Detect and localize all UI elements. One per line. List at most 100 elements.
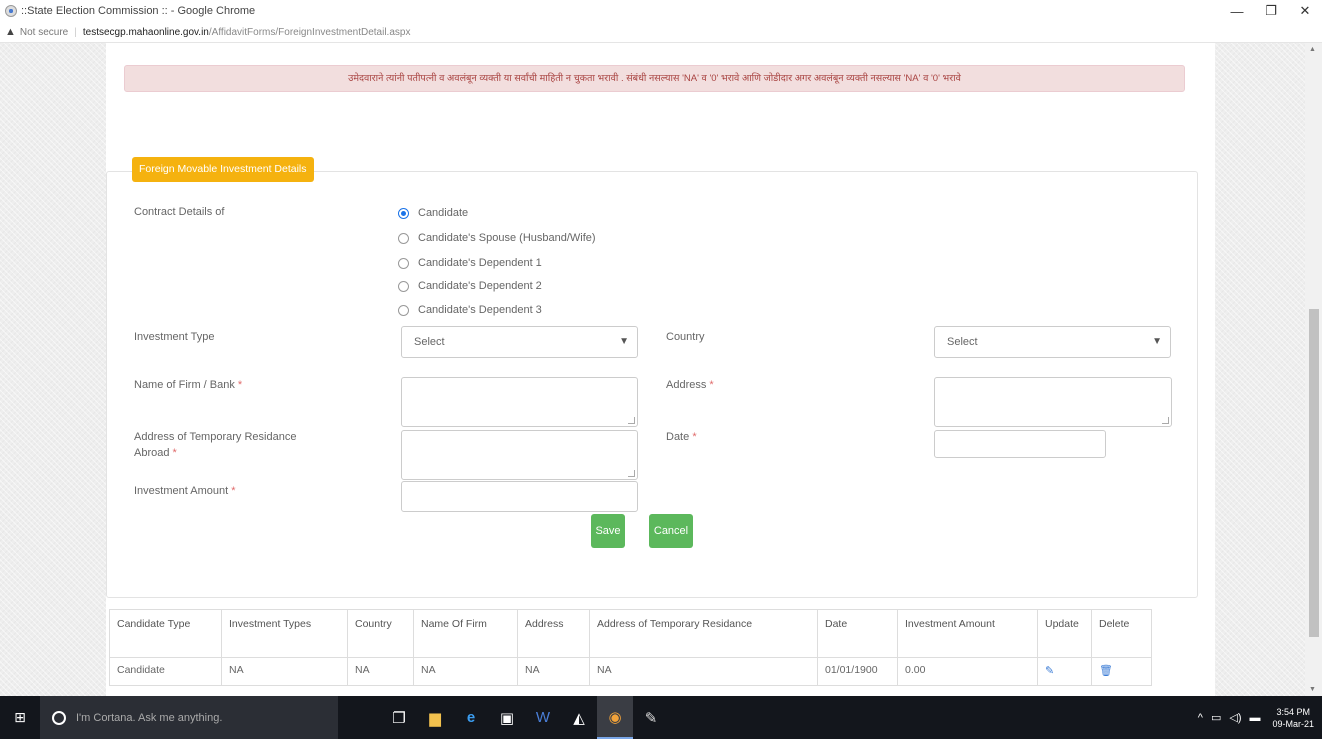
cell-temp-address: NA: [589, 657, 818, 686]
firm-textarea[interactable]: [401, 377, 638, 427]
temp-address-label-line-2: Abroad *: [134, 445, 296, 461]
amount-input[interactable]: [401, 481, 638, 512]
address-textarea[interactable]: [934, 377, 1172, 427]
cell-update: ✎: [1037, 657, 1092, 686]
scrollbar-thumb[interactable]: [1309, 309, 1319, 637]
store-icon[interactable]: ▣: [489, 696, 525, 739]
cortana-icon: [52, 710, 66, 725]
radio-button[interactable]: [398, 280, 409, 292]
cell-amount: 0.00: [897, 657, 1038, 686]
date-input[interactable]: [934, 430, 1106, 458]
firm-label: Name of Firm / Bank *: [134, 377, 242, 393]
vertical-scrollbar[interactable]: ▲ ▼: [1305, 43, 1322, 696]
volume-icon[interactable]: ◁): [1229, 711, 1241, 724]
table-header-row: Candidate Type Investment Types Country …: [109, 609, 1152, 658]
chevron-down-icon: ▼: [619, 336, 629, 347]
investment-type-select[interactable]: Select ▼: [401, 326, 638, 358]
scroll-down-arrow-icon[interactable]: ▼: [1309, 686, 1316, 693]
clock[interactable]: 3:54 PM 09-Mar-21: [1272, 706, 1314, 730]
notification-icon[interactable]: ▬: [1249, 712, 1260, 724]
restore-button[interactable]: ❐: [1254, 0, 1288, 22]
required-mark: *: [709, 379, 714, 391]
cell-investment-types: NA: [221, 657, 348, 686]
cortana-search-box[interactable]: I'm Cortana. Ask me anything.: [40, 696, 338, 739]
cell-name-of-firm: NA: [413, 657, 518, 686]
temp-address-label-text-2: Abroad: [134, 447, 170, 459]
minimize-button[interactable]: —: [1220, 0, 1254, 22]
cancel-button[interactable]: Cancel: [649, 514, 693, 548]
scroll-up-arrow-icon[interactable]: ▲: [1309, 46, 1316, 53]
close-button[interactable]: ✕: [1288, 0, 1322, 22]
contract-details-label: Contract Details of: [134, 206, 225, 218]
header-amount: Investment Amount: [897, 609, 1038, 658]
radio-spouse[interactable]: Candidate's Spouse (Husband/Wife): [398, 229, 596, 247]
window-title: ::State Election Commission :: - Google …: [21, 5, 256, 17]
required-mark: *: [231, 485, 236, 497]
temp-address-textarea[interactable]: [401, 430, 638, 480]
date-label-text: Date: [666, 431, 690, 443]
amount-label-text: Investment Amount: [134, 485, 229, 497]
radio-button[interactable]: [398, 257, 409, 269]
header-temp-address: Address of Temporary Residance: [589, 609, 818, 658]
temp-address-label-line-1: Address of Temporary Residance: [134, 431, 297, 443]
cortana-placeholder: I'm Cortana. Ask me anything.: [76, 711, 223, 724]
header-date: Date: [817, 609, 898, 658]
save-button[interactable]: Save: [591, 514, 625, 548]
country-value: Select: [947, 336, 978, 348]
required-mark: *: [692, 431, 697, 443]
url-path[interactable]: /AffidavitForms/ForeignInvestmentDetail.…: [209, 27, 411, 38]
radio-label: Candidate: [418, 207, 469, 219]
file-explorer-icon[interactable]: ▆: [417, 696, 453, 739]
investment-type-value: Select: [414, 336, 445, 348]
radio-label: Candidate's Dependent 1: [418, 257, 542, 269]
header-country: Country: [347, 609, 414, 658]
edit-icon[interactable]: ✎: [1045, 665, 1054, 677]
chevron-down-icon: ▼: [1152, 336, 1162, 347]
page-content: उमेदवाराने त्यांनी पतीपत्नी व अवलंबून व्…: [106, 43, 1215, 696]
radio-label: Candidate's Dependent 3: [418, 304, 542, 316]
url-host[interactable]: testsecgp.mahaonline.gov.in: [83, 27, 209, 38]
clock-time: 3:54 PM: [1276, 706, 1310, 717]
network-icon[interactable]: ▭: [1211, 711, 1221, 724]
address-bar[interactable]: ▲ Not secure | testsecgp.mahaonline.gov.…: [0, 22, 1322, 43]
task-view-icon[interactable]: ❐: [381, 696, 417, 739]
chrome-taskbar-icon[interactable]: ◉: [597, 696, 633, 739]
temp-address-label: Address of Temporary Residance Abroad *: [134, 429, 296, 461]
required-mark: *: [237, 379, 243, 391]
cell-delete: 🗑: [1091, 657, 1152, 686]
cell-address: NA: [517, 657, 590, 686]
radio-button[interactable]: [398, 232, 409, 244]
country-select[interactable]: Select ▼: [934, 326, 1171, 358]
address-label: Address *: [666, 377, 714, 393]
cell-date: 01/01/1900: [817, 657, 898, 686]
warning-icon[interactable]: ▲: [5, 26, 16, 38]
chevron-up-icon[interactable]: ^: [1198, 712, 1203, 724]
radio-dependent-1[interactable]: Candidate's Dependent 1: [398, 254, 542, 272]
radio-label: Candidate's Spouse (Husband/Wife): [418, 232, 596, 244]
radio-button-checked[interactable]: [398, 207, 409, 219]
investment-type-label: Investment Type: [134, 331, 215, 343]
radio-candidate[interactable]: Candidate: [398, 204, 468, 222]
header-update: Update: [1037, 609, 1092, 658]
word-icon[interactable]: W: [525, 696, 561, 739]
page-viewport: उमेदवाराने त्यांनी पतीपत्नी व अवलंबून व्…: [0, 43, 1305, 696]
windows-start-icon[interactable]: ⊞: [0, 696, 40, 739]
edge-icon[interactable]: e: [453, 696, 489, 739]
paint-icon[interactable]: ✎: [633, 696, 669, 739]
header-investment-types: Investment Types: [221, 609, 348, 658]
radio-button[interactable]: [398, 304, 409, 316]
radio-dependent-2[interactable]: Candidate's Dependent 2: [398, 277, 542, 295]
address-separator: |: [74, 26, 77, 38]
trash-icon[interactable]: 🗑: [1099, 665, 1113, 677]
date-label: Date *: [666, 429, 697, 445]
header-candidate-type: Candidate Type: [109, 609, 222, 658]
firm-label-text: Name of Firm / Bank: [134, 379, 235, 391]
country-label: Country: [666, 331, 705, 343]
photos-icon[interactable]: ◭: [561, 696, 597, 739]
not-secure-label[interactable]: Not secure: [20, 27, 68, 38]
fieldset-legend: Foreign Movable Investment Details: [132, 157, 314, 182]
required-mark: *: [172, 447, 177, 459]
radio-dependent-3[interactable]: Candidate's Dependent 3: [398, 301, 542, 319]
header-delete: Delete: [1091, 609, 1152, 658]
address-label-text: Address: [666, 379, 707, 391]
